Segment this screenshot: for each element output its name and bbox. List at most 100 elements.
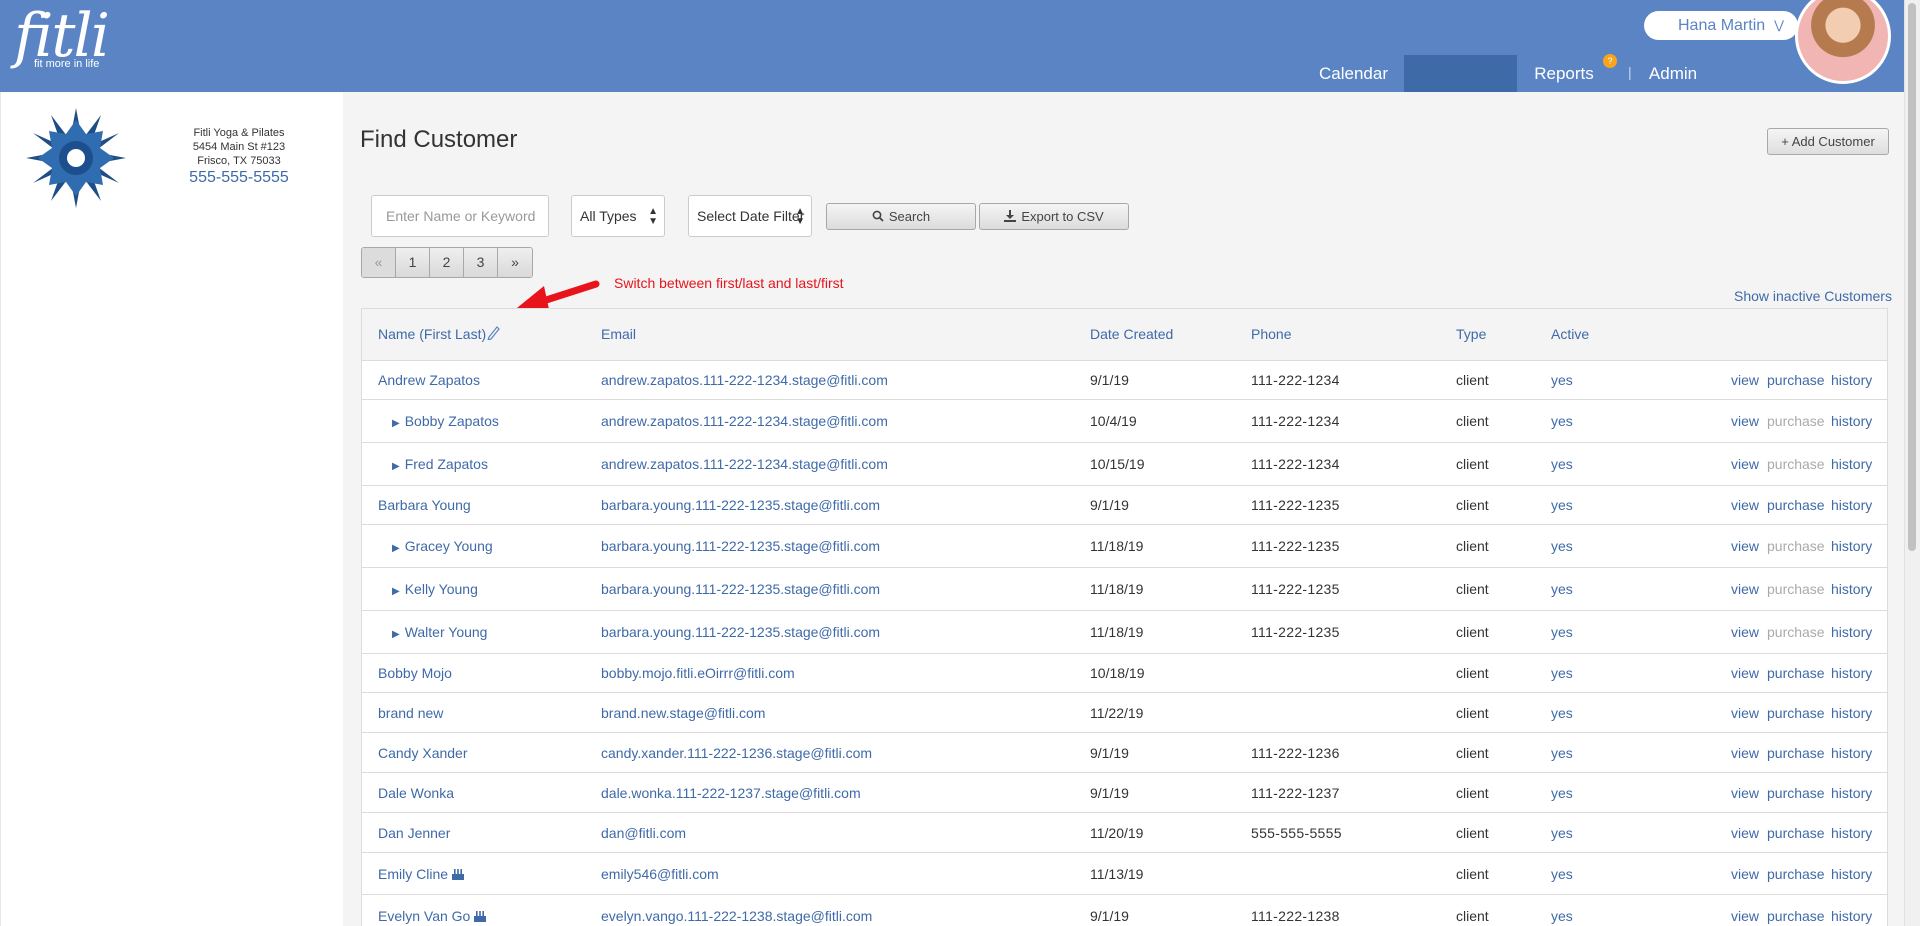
user-menu[interactable]: Hana Martin ⋁ [1644,11,1798,40]
purchase-link[interactable]: purchase [1767,665,1825,681]
view-link[interactable]: view [1731,581,1759,597]
view-link[interactable]: view [1731,413,1759,429]
customer-name-link[interactable]: ▶ Walter Young [392,624,487,640]
pager-prev[interactable]: « [362,248,396,277]
pencil-icon[interactable] [486,324,500,340]
view-link[interactable]: view [1731,866,1759,882]
customer-name-link[interactable]: Candy Xander [378,745,468,761]
customer-email-link[interactable]: barbara.young.111-222-1235.stage@fitli.c… [601,538,880,554]
customer-email-link[interactable]: dan@fitli.com [601,825,686,841]
caret-right-icon[interactable]: ▶ [392,543,400,554]
history-link[interactable]: history [1831,745,1872,761]
customer-email-link[interactable]: candy.xander.111-222-1236.stage@fitli.co… [601,745,872,761]
customer-email-link[interactable]: brand.new.stage@fitli.com [601,705,765,721]
active-status-link[interactable]: yes [1551,665,1573,681]
history-link[interactable]: history [1831,908,1872,924]
header-phone[interactable]: Phone [1251,326,1291,342]
view-link[interactable]: view [1731,785,1759,801]
customer-email-link[interactable]: barbara.young.111-222-1235.stage@fitli.c… [601,497,880,513]
history-link[interactable]: history [1831,372,1872,388]
caret-right-icon[interactable]: ▶ [392,586,400,597]
history-link[interactable]: history [1831,581,1872,597]
customer-name-link[interactable]: ▶ Kelly Young [392,581,478,597]
history-link[interactable]: history [1831,456,1872,472]
customer-name-link[interactable]: ▶ Bobby Zapatos [392,413,499,429]
fitli-logo[interactable]: fitli fit more in life [14,4,110,70]
purchase-link[interactable]: purchase [1767,745,1825,761]
active-status-link[interactable]: yes [1551,538,1573,554]
scrollbar-thumb[interactable] [1908,3,1916,551]
history-link[interactable]: history [1831,538,1872,554]
history-link[interactable]: history [1831,785,1872,801]
customer-email-link[interactable]: dale.wonka.111-222-1237.stage@fitli.com [601,785,861,801]
view-link[interactable]: view [1731,705,1759,721]
nav-customers[interactable]: Customers [1404,55,1517,92]
history-link[interactable]: history [1831,497,1872,513]
header-active[interactable]: Active [1551,326,1589,342]
export-csv-button[interactable]: Export to CSV [979,203,1129,230]
view-link[interactable]: view [1731,745,1759,761]
nav-reports[interactable]: Reports [1519,55,1609,92]
purchase-link[interactable]: purchase [1767,908,1825,924]
avatar[interactable] [1795,0,1891,84]
customer-email-link[interactable]: barbara.young.111-222-1235.stage@fitli.c… [601,581,880,597]
header-name[interactable]: Name (First Last) [378,326,486,342]
customer-name-link[interactable]: ▶ Fred Zapatos [392,456,488,472]
active-status-link[interactable]: yes [1551,497,1573,513]
view-link[interactable]: view [1731,624,1759,640]
active-status-link[interactable]: yes [1551,908,1573,924]
add-customer-button[interactable]: + Add Customer [1767,128,1889,155]
active-status-link[interactable]: yes [1551,456,1573,472]
pager-page-3[interactable]: 3 [464,248,498,277]
view-link[interactable]: view [1731,497,1759,513]
nav-calendar[interactable]: Calendar [1305,55,1402,92]
nav-admin[interactable]: Admin [1640,55,1706,92]
search-button[interactable]: Search [826,203,976,230]
view-link[interactable]: view [1731,908,1759,924]
history-link[interactable]: history [1831,866,1872,882]
customer-name-link[interactable]: Bobby Mojo [378,665,452,681]
caret-right-icon[interactable]: ▶ [392,629,400,640]
header-date[interactable]: Date Created [1090,326,1173,342]
view-link[interactable]: view [1731,456,1759,472]
active-status-link[interactable]: yes [1551,825,1573,841]
purchase-link[interactable]: purchase [1767,785,1825,801]
caret-right-icon[interactable]: ▶ [392,461,400,472]
customer-email-link[interactable]: bobby.mojo.fitli.eOirrr@fitli.com [601,665,795,681]
customer-email-link[interactable]: andrew.zapatos.111-222-1234.stage@fitli.… [601,413,888,429]
active-status-link[interactable]: yes [1551,372,1573,388]
search-input[interactable] [371,195,549,237]
date-filter-select[interactable]: Select Date Filter ▲ ▼ [688,195,812,237]
customer-email-link[interactable]: andrew.zapatos.111-222-1234.stage@fitli.… [601,456,888,472]
active-status-link[interactable]: yes [1551,581,1573,597]
purchase-link[interactable]: purchase [1767,372,1825,388]
header-type[interactable]: Type [1456,326,1486,342]
history-link[interactable]: history [1831,665,1872,681]
customer-name-link[interactable]: Andrew Zapatos [378,372,480,388]
customer-name-link[interactable]: Barbara Young [378,497,471,513]
view-link[interactable]: view [1731,665,1759,681]
customer-email-link[interactable]: andrew.zapatos.111-222-1234.stage@fitli.… [601,372,888,388]
purchase-link[interactable]: purchase [1767,825,1825,841]
customer-email-link[interactable]: evelyn.vango.111-222-1238.stage@fitli.co… [601,908,872,924]
customer-name-link[interactable]: Dan Jenner [378,825,450,841]
view-link[interactable]: view [1731,538,1759,554]
header-email[interactable]: Email [601,326,636,342]
customer-name-link[interactable]: brand new [378,705,443,721]
pager-page-2[interactable]: 2 [430,248,464,277]
pager-page-1[interactable]: 1 [396,248,430,277]
active-status-link[interactable]: yes [1551,745,1573,761]
purchase-link[interactable]: purchase [1767,705,1825,721]
active-status-link[interactable]: yes [1551,413,1573,429]
active-status-link[interactable]: yes [1551,866,1573,882]
purchase-link[interactable]: purchase [1767,866,1825,882]
history-link[interactable]: history [1831,624,1872,640]
history-link[interactable]: history [1831,825,1872,841]
customer-email-link[interactable]: barbara.young.111-222-1235.stage@fitli.c… [601,624,880,640]
history-link[interactable]: history [1831,705,1872,721]
view-link[interactable]: view [1731,372,1759,388]
active-status-link[interactable]: yes [1551,624,1573,640]
customer-name-link[interactable]: Dale Wonka [378,785,454,801]
customer-name-link[interactable]: ▶ Gracey Young [392,538,493,554]
purchase-link[interactable]: purchase [1767,497,1825,513]
